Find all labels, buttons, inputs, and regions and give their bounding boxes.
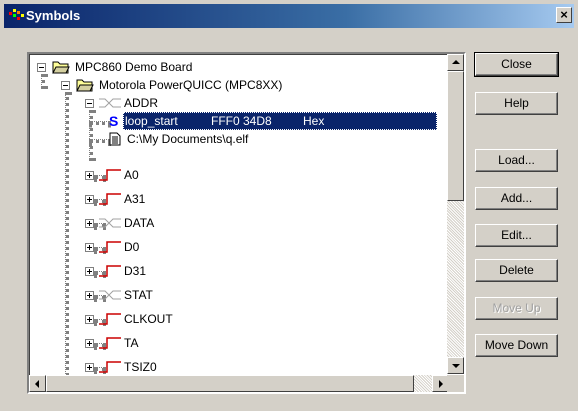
app-icon bbox=[9, 9, 24, 20]
tree-item-label: DATA bbox=[124, 216, 155, 230]
expand-icon[interactable] bbox=[85, 363, 94, 372]
arrow-right-icon bbox=[439, 380, 443, 388]
symbol-value: FFF0 34D8 bbox=[211, 114, 272, 128]
expand-icon[interactable] bbox=[85, 195, 94, 204]
expand-icon[interactable] bbox=[85, 219, 94, 228]
collapse-icon[interactable] bbox=[61, 81, 70, 90]
window-title: Symbols bbox=[26, 8, 81, 23]
expand-icon[interactable] bbox=[85, 291, 94, 300]
tree-item-label: A0 bbox=[124, 168, 139, 182]
expand-icon[interactable] bbox=[85, 171, 94, 180]
move-down-button[interactable]: Move Down bbox=[475, 334, 558, 357]
edit-button[interactable]: Edit... bbox=[475, 224, 558, 247]
expand-icon[interactable] bbox=[85, 315, 94, 324]
horizontal-scrollbar[interactable] bbox=[29, 375, 449, 392]
tree-item-label: D31 bbox=[124, 264, 147, 278]
scroll-corner bbox=[447, 375, 464, 392]
help-button[interactable]: Help bbox=[475, 92, 558, 115]
expand-icon[interactable] bbox=[85, 243, 94, 252]
tree-item-label: Motorola PowerQUICC (MPC8XX) bbox=[99, 78, 283, 92]
tree-item-label: TA bbox=[124, 336, 139, 350]
symbols-dialog: Symbols × MPC860 Demo Board Motorola Pow… bbox=[0, 0, 578, 411]
signal-icon bbox=[99, 169, 121, 181]
symbol-tree[interactable]: MPC860 Demo Board Motorola PowerQUICC (M… bbox=[27, 52, 466, 394]
scroll-left-button[interactable] bbox=[29, 375, 46, 392]
tree-line bbox=[89, 110, 93, 161]
signal-icon bbox=[99, 361, 121, 373]
arrow-left-icon bbox=[35, 380, 39, 388]
tree-line bbox=[65, 92, 69, 388]
close-icon: × bbox=[560, 7, 568, 22]
horizontal-scroll-thumb[interactable] bbox=[46, 375, 414, 392]
bus-icon bbox=[99, 98, 121, 108]
collapse-icon[interactable] bbox=[85, 99, 94, 108]
close-button[interactable]: Close bbox=[474, 52, 559, 77]
signal-icon bbox=[99, 193, 121, 205]
delete-button[interactable]: Delete bbox=[475, 259, 558, 282]
symbol-icon: S bbox=[109, 113, 119, 129]
signal-icon bbox=[99, 241, 121, 253]
signal-icon bbox=[99, 313, 121, 325]
tree-item-label: D0 bbox=[124, 240, 140, 254]
add-button[interactable]: Add... bbox=[475, 187, 558, 210]
expand-icon[interactable] bbox=[85, 339, 94, 348]
tree-item-label: C:\My Documents\q.elf bbox=[127, 132, 249, 146]
tree-line bbox=[89, 139, 111, 143]
scroll-down-button[interactable] bbox=[447, 357, 464, 374]
tree-item-label: TSIZ0 bbox=[124, 360, 157, 374]
vertical-scrollbar[interactable] bbox=[447, 54, 464, 374]
arrow-down-icon bbox=[452, 364, 460, 368]
signal-icon bbox=[99, 265, 121, 277]
signal-icon bbox=[99, 337, 121, 349]
tree-item-label: ADDR bbox=[124, 96, 159, 110]
tree-item-label: A31 bbox=[124, 192, 146, 206]
folder-open-icon bbox=[52, 61, 70, 74]
arrow-up-icon bbox=[452, 60, 460, 64]
tree-item-label: CLKOUT bbox=[124, 312, 173, 326]
bus-icon bbox=[99, 218, 121, 228]
document-icon bbox=[109, 132, 121, 146]
tree-item-label: MPC860 Demo Board bbox=[75, 60, 193, 74]
tree-item-label: STAT bbox=[124, 288, 153, 302]
title-bar[interactable]: Symbols × bbox=[4, 4, 574, 28]
symbol-format: Hex bbox=[303, 114, 325, 128]
load-button[interactable]: Load... bbox=[475, 149, 558, 172]
close-window-button[interactable]: × bbox=[556, 7, 572, 23]
scroll-up-button[interactable] bbox=[447, 54, 464, 71]
bus-icon bbox=[99, 290, 121, 300]
move-up-button[interactable]: Move Up bbox=[475, 297, 558, 320]
symbol-name: loop_start bbox=[125, 114, 178, 128]
tree-line bbox=[89, 121, 111, 125]
folder-open-icon bbox=[76, 79, 94, 92]
tree-line bbox=[41, 74, 45, 89]
vertical-scroll-thumb[interactable] bbox=[447, 71, 464, 201]
symbol-selection: loop_start FFF0 34D8 Hex bbox=[123, 112, 437, 130]
expand-icon[interactable] bbox=[85, 267, 94, 276]
collapse-icon[interactable] bbox=[37, 63, 46, 72]
